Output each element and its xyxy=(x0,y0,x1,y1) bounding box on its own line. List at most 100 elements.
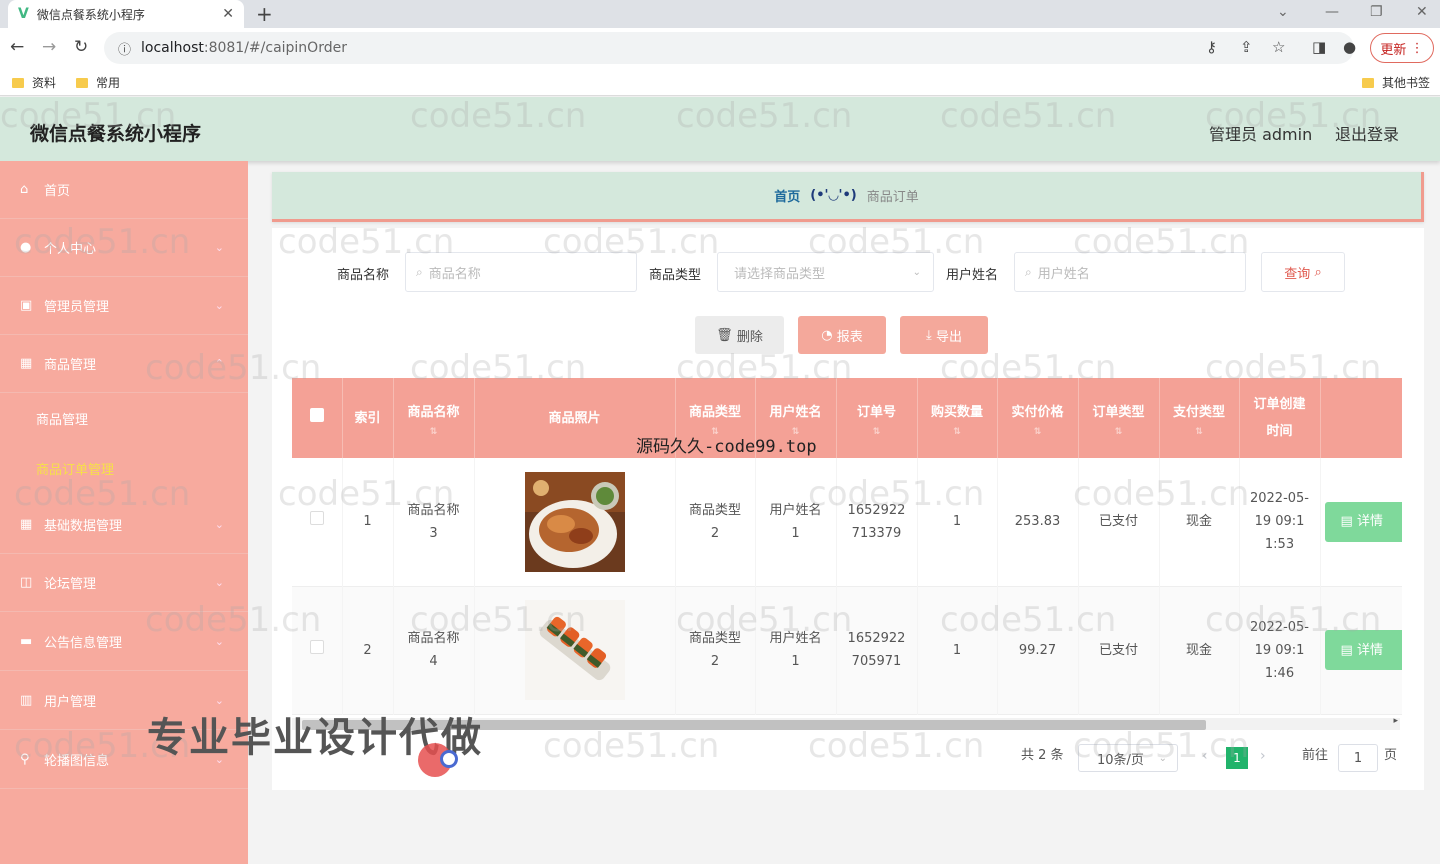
share-icon[interactable]: ⇪ xyxy=(1240,38,1253,56)
cell-quantity: 1 xyxy=(917,458,998,586)
tab-search-icon[interactable]: ⌄ xyxy=(1277,4,1289,20)
next-page-icon[interactable]: › xyxy=(1260,748,1266,764)
sort-icon[interactable]: ⇅ xyxy=(1160,426,1239,438)
site-info-icon[interactable]: ⓘ xyxy=(118,39,131,58)
sidebar-subitem-products[interactable]: 商品管理 xyxy=(36,409,88,428)
sidebar-item-forum[interactable]: ◫ 论坛管理 ⌄ xyxy=(0,554,248,612)
cell-type-text: 商品类型2 xyxy=(688,502,741,541)
url-path: :8081/#/caipinOrder xyxy=(203,40,347,56)
goto-page-input[interactable]: 1 xyxy=(1338,744,1378,772)
detail-button[interactable]: ▤ 详情 xyxy=(1324,630,1402,670)
search-name-input[interactable]: ⌕ 商品名称 xyxy=(405,252,637,292)
cell-type: 商品类型2 xyxy=(675,458,756,586)
cell-name: 商品名称3 xyxy=(393,458,475,586)
sort-icon[interactable]: ⇅ xyxy=(918,426,997,438)
back-icon[interactable]: ← xyxy=(10,37,24,57)
cell-order-type: 已支付 xyxy=(1078,586,1160,714)
admin-icon: ▣ xyxy=(20,298,33,313)
column-header[interactable]: 订单创建时间 xyxy=(1239,378,1321,458)
sort-icon[interactable]: ⇅ xyxy=(998,426,1078,438)
pin-icon: ⚲ xyxy=(20,752,30,767)
sidebar-item-base-data[interactable]: ▦ 基础数据管理 ⌄ xyxy=(0,496,248,554)
report-button[interactable]: ◔ 报表 xyxy=(798,316,886,354)
new-tab-icon[interactable]: + xyxy=(256,2,273,26)
cell-name: 商品名称4 xyxy=(393,586,475,714)
sidebar-item-label: 商品管理 xyxy=(44,358,97,373)
cell-quantity: 1 xyxy=(917,586,998,714)
column-header[interactable]: 订单类型 ⇅ xyxy=(1078,378,1160,458)
column-header[interactable]: 实付价格 ⇅ xyxy=(997,378,1079,458)
column-header[interactable]: 购买数量 ⇅ xyxy=(917,378,998,458)
select-all-checkbox[interactable] xyxy=(309,407,324,422)
browser-update-button[interactable]: 更新 ⋮ xyxy=(1370,33,1434,63)
reload-icon[interactable]: ↻ xyxy=(74,37,88,57)
sidebar-item-label: 论坛管理 xyxy=(44,577,97,592)
url-field[interactable]: ⓘ localhost :8081/#/caipinOrder xyxy=(104,32,1354,64)
row-checkbox[interactable] xyxy=(309,511,324,526)
sort-icon[interactable]: ⇅ xyxy=(837,426,917,438)
table-header-row: 索引 商品名称 ⇅ 商品照片 商品类型 ⇅ 用户姓名 ⇅ 订单号 ⇅ 购买数量 ⇅ 实付价… xyxy=(292,378,1402,458)
sidepanel-icon[interactable]: ◨ xyxy=(1312,38,1326,56)
sidebar-item-admins[interactable]: ▣ 管理员管理 ⌄ xyxy=(0,277,248,335)
delete-button[interactable]: 🗑 删除 xyxy=(695,316,784,354)
sidebar-item-profile[interactable]: ● 个人中心 ⌄ xyxy=(0,219,248,277)
cell-index: 2 xyxy=(342,586,394,714)
header-label: 索引 xyxy=(354,410,381,426)
sidebar-subitem-orders[interactable]: 商品订单管理 xyxy=(36,459,114,478)
restore-icon[interactable]: ❐ xyxy=(1370,4,1383,20)
row-checkbox[interactable] xyxy=(309,639,324,654)
search-user-input[interactable]: ⌕ 用户姓名 xyxy=(1014,252,1246,292)
breadcrumb: 首页 (•'◡'•) 商品订单 xyxy=(272,172,1424,222)
breadcrumb-home[interactable]: 首页 xyxy=(774,186,800,205)
minimize-icon[interactable]: — xyxy=(1325,4,1339,20)
pie-chart-icon: ◔ xyxy=(821,327,833,343)
column-header[interactable]: 订单号 ⇅ xyxy=(836,378,918,458)
scroll-right-icon[interactable]: ▸ xyxy=(1393,716,1398,726)
bookmark-folder[interactable]: 常用 xyxy=(76,74,120,91)
sidebar-item-notices[interactable]: ▬ 公告信息管理 ⌄ xyxy=(0,613,248,671)
search-user-placeholder: 用户姓名 xyxy=(1037,266,1090,282)
query-button[interactable]: 查询 ⌕ xyxy=(1261,252,1345,292)
cell-index: 1 xyxy=(342,458,394,586)
search-icon: ⌕ xyxy=(1314,264,1322,280)
users-icon: ▥ xyxy=(20,693,33,708)
current-page-button[interactable]: 1 xyxy=(1226,747,1248,769)
star-icon[interactable]: ☆ xyxy=(1272,38,1285,56)
search-type-placeholder: 请选择商品类型 xyxy=(734,266,826,282)
column-header[interactable]: 商品名称 ⇅ xyxy=(393,378,475,458)
sidebar-item-home[interactable]: ⌂ 首页 xyxy=(0,161,248,219)
cell-user: 用户姓名1 xyxy=(755,458,837,586)
browser-tab[interactable]: V 微信点餐系统小程序 ✕ xyxy=(8,0,244,28)
bookmark-folder[interactable]: 资料 xyxy=(12,74,56,91)
export-button[interactable]: ⤓ 导出 xyxy=(900,316,988,354)
detail-label: 详情 xyxy=(1356,642,1383,658)
chevron-down-icon: ⌄ xyxy=(214,299,224,312)
close-window-icon[interactable]: ✕ xyxy=(1416,4,1428,20)
update-label: 更新 xyxy=(1380,42,1407,58)
food-plate-image[interactable] xyxy=(524,471,625,572)
detail-button[interactable]: ▤ 详情 xyxy=(1324,501,1402,542)
close-tab-icon[interactable]: ✕ xyxy=(222,6,234,22)
cell-name-text: 商品名称4 xyxy=(407,631,460,669)
search-type-select[interactable]: 请选择商品类型 ⌄ xyxy=(717,252,934,292)
chevron-down-icon: ⌄ xyxy=(912,266,921,278)
cell-user: 用户姓名1 xyxy=(755,586,837,714)
other-bookmarks[interactable]: 其他书签 xyxy=(1362,74,1430,91)
sort-icon[interactable]: ⇅ xyxy=(1079,426,1159,438)
page-size-select[interactable]: 10条/页 ⌄ xyxy=(1078,744,1178,772)
prev-page-icon[interactable]: ‹ xyxy=(1202,748,1208,764)
sushi-roll-image[interactable] xyxy=(524,600,625,700)
cell-price: 253.83 xyxy=(997,458,1079,586)
sort-icon[interactable]: ⇅ xyxy=(394,426,474,438)
breadcrumb-separator: (•'◡'•) xyxy=(810,188,857,203)
sidebar-item-products[interactable]: ▦ 商品管理 ⌃ xyxy=(0,335,248,393)
key-icon[interactable]: ⚷ xyxy=(1206,38,1217,56)
logout-link[interactable]: 退出登录 xyxy=(1335,121,1399,145)
table-row: 1 商品名称3 商品类型2 用户姓名1 1652922713379 1 253.… xyxy=(292,458,1402,586)
column-header[interactable]: 支付类型 ⇅ xyxy=(1159,378,1240,458)
column-header: 索引 xyxy=(342,378,394,458)
header-label: 订单创建时间 xyxy=(1253,397,1306,439)
forward-icon[interactable]: → xyxy=(42,37,56,57)
profile-icon[interactable]: ● xyxy=(1343,38,1356,56)
cell-price: 99.27 xyxy=(997,586,1079,714)
